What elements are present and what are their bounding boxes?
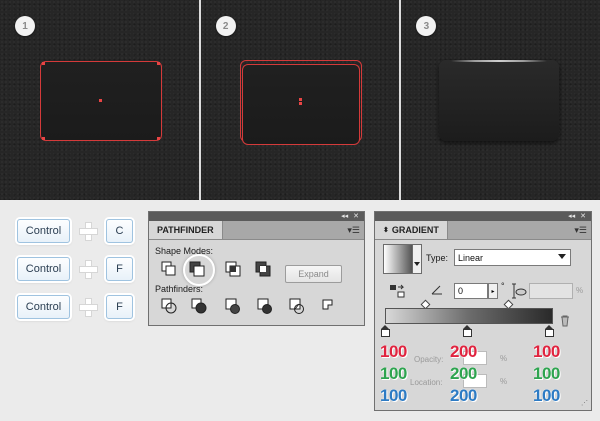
anchor-point [42,137,45,140]
pathfinder-panel: ◂◂ ✕ PATHFINDER ▾☰ Shape Modes: Expand P… [148,211,365,326]
panel-menu-icon[interactable]: ▾☰ [347,225,360,236]
opacity-percent: % [500,354,508,363]
blue-value: 200 [450,386,477,405]
step-1-panel: 1 [0,0,199,200]
letter-key: C [106,219,133,243]
aspect-ratio-icon [512,283,527,299]
angle-input[interactable]: 0 [454,283,488,299]
type-select-value: Linear [458,252,484,263]
tab-pathfinder[interactable]: PATHFINDER [149,221,223,239]
angle-dropdown-icon[interactable]: ▸ [488,283,498,299]
control-key: Control [17,295,70,319]
step-number-badge: 1 [15,16,35,36]
step-3-panel: 3 [399,0,600,200]
degree-symbol: ° [501,281,505,291]
divide-icon[interactable] [161,298,177,314]
letter-key: F [106,295,133,319]
gradient-preview-swatch[interactable] [383,244,413,274]
letter-key: F [106,257,133,281]
resize-grip-icon[interactable]: ⋰ [581,399,588,407]
close-icon[interactable]: ✕ [580,212,586,221]
trash-icon[interactable] [560,315,570,327]
location-label: Location: [410,378,443,387]
control-key: Control [17,257,70,281]
expand-button[interactable]: Expand [285,265,342,283]
merge-icon[interactable] [225,298,241,314]
intersect-icon[interactable] [225,261,241,277]
gradient-slider-bar[interactable] [385,308,553,324]
swatch-dropdown-icon[interactable] [412,244,422,274]
panel-tabbar: ⬍ GRADIENT ▾☰ [375,221,591,240]
type-select[interactable]: Linear [454,249,571,266]
panel-titlebar: ◂◂ ✕ [375,212,591,221]
exclude-icon[interactable] [255,261,271,277]
center-point [298,102,302,105]
shortcut-row: Control C [17,219,133,243]
blue-value: 100 [380,386,407,405]
tab-gradient[interactable]: ⬍ GRADIENT [375,221,448,239]
chevron-down-icon [558,254,566,259]
color-stop[interactable] [545,325,554,337]
angle-input-value: 0 [458,286,464,296]
type-label: Type: [426,253,449,263]
reverse-gradient-icon[interactable] [389,284,405,298]
tab-options-icon: ⬍ [383,227,389,234]
center-point [298,98,302,101]
red-value: 200 [450,342,477,361]
plus-icon [79,260,98,279]
shortcut-row: Control F [17,257,133,281]
panel-menu-icon[interactable]: ▾☰ [574,225,587,236]
plus-icon [79,298,98,317]
anchor-point [42,62,45,65]
crop-icon[interactable] [257,298,273,314]
steps-strip: 1 2 3 [0,0,600,200]
control-key: Control [17,219,70,243]
location-percent: % [500,377,508,386]
aspect-percent: % [576,286,584,295]
green-value: 200 [450,364,477,383]
pathfinders-label: Pathfinders: [155,284,204,294]
plus-icon [79,222,98,241]
step-2-panel: 2 [198,0,400,200]
minus-back-icon[interactable] [321,298,337,314]
collapse-icon[interactable]: ◂◂ [341,212,348,221]
shortcut-row: Control F [17,295,133,319]
minus-front-icon[interactable] [189,261,205,277]
center-point [99,99,102,102]
angle-icon [431,285,442,295]
green-value: 100 [380,364,407,383]
blue-value: 100 [533,386,560,405]
red-value: 100 [380,342,407,361]
panel-titlebar: ◂◂ ✕ [149,212,364,221]
step-number-badge: 3 [416,16,437,36]
collapse-icon[interactable]: ◂◂ [568,212,575,221]
red-value: 100 [533,342,560,361]
anchor-point [157,62,160,65]
opacity-label: Opacity: [414,355,444,364]
gradient-panel: ◂◂ ✕ ⬍ GRADIENT ▾☰ Type: Linear 0 ▸ ° % O… [374,211,592,411]
color-stop[interactable] [463,325,472,337]
tab-gradient-label: GRADIENT [391,225,439,235]
close-icon[interactable]: ✕ [353,212,359,221]
unite-icon[interactable] [161,261,177,277]
trim-icon[interactable] [191,298,207,314]
result-shape-with-highlight [439,60,560,141]
anchor-point [157,137,160,140]
outline-icon[interactable] [289,298,305,314]
panel-tabbar: PATHFINDER ▾☰ [149,221,364,240]
green-value: 100 [533,364,560,383]
color-stop[interactable] [381,325,390,337]
aspect-ratio-input [529,283,573,299]
step-number-badge: 2 [215,16,236,36]
